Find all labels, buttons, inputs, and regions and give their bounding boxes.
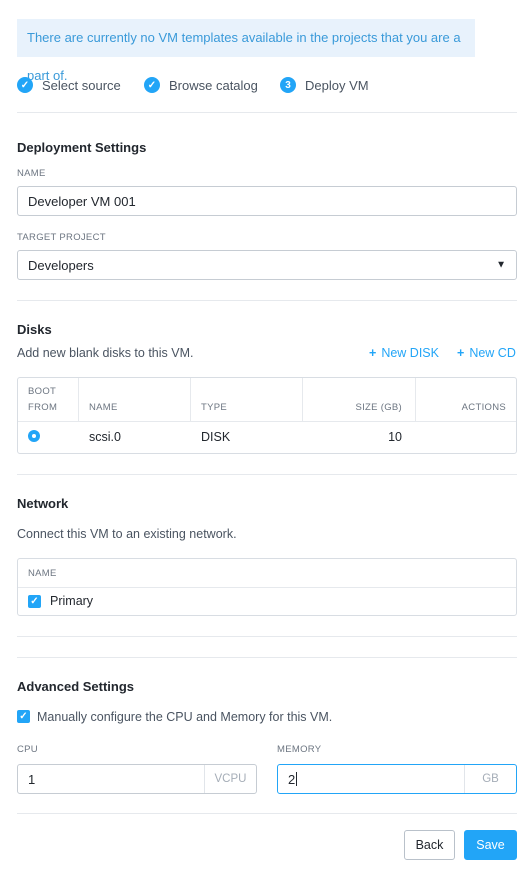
divider	[17, 813, 517, 814]
manual-config-checkbox[interactable]: ✓	[17, 710, 30, 723]
disks-description: Add new blank disks to this VM.	[17, 346, 194, 360]
column-header-network-name: NAME	[28, 568, 57, 579]
info-banner: There are currently no VM templates avai…	[17, 19, 475, 83]
section-title-disks: Disks	[17, 322, 52, 337]
section-title-deployment: Deployment Settings	[17, 140, 147, 155]
memory-unit-suffix: GB	[464, 765, 516, 793]
text-cursor	[296, 772, 298, 786]
section-title-advanced: Advanced Settings	[17, 679, 135, 694]
plus-icon: +	[369, 346, 377, 360]
manual-config-label: Manually configure the CPU and Memory fo…	[37, 710, 333, 724]
column-header-boot: BOOT	[28, 386, 57, 397]
boot-from-radio[interactable]	[28, 430, 40, 442]
check-icon: ✓	[17, 77, 33, 93]
cpu-value: 1	[28, 771, 36, 787]
back-button[interactable]: Back	[404, 830, 455, 860]
step-select-source[interactable]: ✓ Select source	[17, 75, 121, 95]
vm-name-value: Developer VM 001	[28, 193, 136, 209]
step-number-badge: 3	[280, 77, 296, 93]
check-icon: ✓	[144, 77, 160, 93]
memory-value: 2	[288, 771, 296, 787]
disk-type-cell: DISK	[201, 430, 231, 444]
new-cd-button[interactable]: + New CD	[457, 346, 516, 360]
step-label: Select source	[42, 77, 121, 93]
cpu-input[interactable]: 1 VCPU	[17, 764, 257, 794]
network-primary-label: Primary	[50, 594, 94, 608]
step-label: Browse catalog	[169, 77, 258, 93]
column-header-name: NAME	[89, 402, 118, 413]
divider	[17, 636, 517, 637]
vm-name-input[interactable]: Developer VM 001	[17, 186, 517, 216]
cpu-field-label: CPU	[17, 744, 38, 755]
step-label: Deploy VM	[305, 77, 369, 93]
back-button-label: Back	[415, 838, 444, 852]
new-cd-label: New CD	[469, 346, 516, 360]
column-header-actions: ACTIONS	[461, 402, 506, 413]
divider	[17, 474, 517, 475]
network-primary-checkbox[interactable]: ✓	[28, 595, 41, 608]
disk-size-cell: 10	[388, 430, 402, 444]
chevron-down-icon: ▼	[496, 259, 506, 271]
name-field-label: NAME	[17, 168, 46, 179]
step-deploy-vm[interactable]: 3 Deploy VM	[280, 75, 369, 95]
network-table: NAME ✓ Primary	[17, 558, 517, 616]
divider	[17, 300, 517, 301]
cpu-unit-suffix: VCPU	[204, 765, 256, 793]
save-button[interactable]: Save	[464, 830, 517, 860]
column-header-boot-line2: FROM	[28, 402, 58, 413]
network-description: Connect this VM to an existing network.	[17, 527, 237, 541]
column-header-type: TYPE	[201, 402, 228, 413]
new-disk-label: New DISK	[381, 346, 439, 360]
section-title-network: Network	[17, 496, 69, 511]
memory-field-label: MEMORY	[277, 744, 322, 755]
divider	[17, 657, 517, 658]
disk-name-cell: scsi.0	[89, 430, 121, 444]
divider	[17, 112, 517, 113]
plus-icon: +	[457, 346, 465, 360]
target-project-value: Developers	[28, 257, 94, 273]
target-project-select[interactable]: Developers ▼	[17, 250, 517, 280]
new-disk-button[interactable]: + New DISK	[369, 346, 439, 360]
disks-table: BOOT FROM NAME TYPE SIZE (GB) ACTIONS sc…	[17, 377, 517, 454]
target-project-label: TARGET PROJECT	[17, 232, 106, 243]
step-browse-catalog[interactable]: ✓ Browse catalog	[144, 75, 258, 95]
memory-input[interactable]: 2 GB	[277, 764, 517, 794]
save-button-label: Save	[476, 838, 505, 852]
column-header-size: SIZE (GB)	[355, 402, 402, 413]
